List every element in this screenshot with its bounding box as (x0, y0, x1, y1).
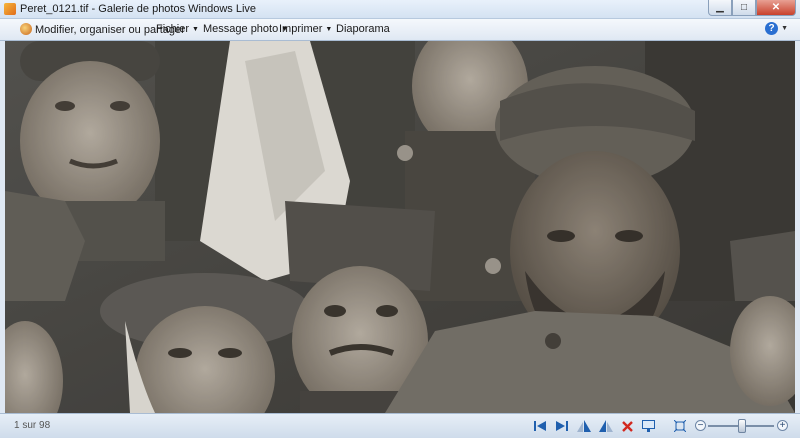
close-icon: ✕ (771, 2, 781, 13)
help-icon: ? (765, 22, 779, 35)
close-button[interactable]: ✕ (756, 0, 796, 16)
previous-button[interactable] (532, 418, 548, 434)
menu-label: Imprimer (279, 23, 323, 35)
fit-to-window-button[interactable] (672, 418, 688, 434)
rotate-right-button[interactable] (598, 418, 614, 434)
previous-icon (534, 421, 546, 431)
rotate-right-icon (599, 420, 613, 432)
organize-icon (20, 23, 32, 35)
zoom-out-button[interactable]: − (695, 420, 706, 431)
zoom-in-button[interactable]: + (777, 420, 788, 431)
help-button[interactable]: ? ▼ (765, 22, 788, 35)
status-bar: 1 sur 98 − + (0, 413, 800, 438)
next-button[interactable] (554, 418, 570, 434)
delete-icon (621, 420, 633, 432)
delete-button[interactable] (619, 418, 635, 434)
slideshow-icon (641, 420, 655, 432)
rotate-left-icon (577, 420, 591, 432)
menu-imprimer[interactable]: Imprimer ▼ (279, 23, 332, 35)
chevron-down-icon: ▼ (192, 25, 199, 33)
window-controls: ▁ □ ✕ (708, 0, 796, 16)
chevron-down-icon: ▼ (781, 25, 788, 32)
window-title: Peret_0121.tif - Galerie de photos Windo… (20, 3, 257, 15)
photo-image (5, 41, 795, 413)
menu-label: Fichier (156, 23, 190, 35)
zoom-slider-thumb[interactable] (738, 419, 746, 433)
minimize-button[interactable]: ▁ (708, 0, 732, 16)
title-bar: Peret_0121.tif - Galerie de photos Windo… (0, 0, 800, 19)
photo-counter: 1 sur 98 (14, 420, 51, 431)
next-icon (556, 421, 568, 431)
fit-icon (674, 420, 686, 432)
minus-icon: − (697, 420, 704, 431)
minimize-icon: ▁ (716, 2, 724, 13)
menu-message-photo[interactable]: Message photo ▼ (203, 23, 288, 35)
photo-gallery-app-icon (4, 3, 16, 15)
maximize-icon: □ (740, 2, 748, 13)
rotate-left-button[interactable] (576, 418, 592, 434)
slideshow-button[interactable] (640, 418, 656, 434)
plus-icon: + (779, 420, 786, 431)
menu-label: Diaporama (336, 23, 390, 35)
menu-label: Message photo (203, 23, 279, 35)
menu-bar: Modifier, organiser ou partager Fichier ▼… (0, 19, 800, 41)
menu-fichier[interactable]: Fichier ▼ (156, 23, 199, 35)
chevron-down-icon: ▼ (325, 25, 333, 33)
menu-diaporama[interactable]: Diaporama (336, 23, 390, 35)
maximize-button[interactable]: □ (732, 0, 756, 16)
photo-viewer[interactable] (5, 41, 795, 413)
